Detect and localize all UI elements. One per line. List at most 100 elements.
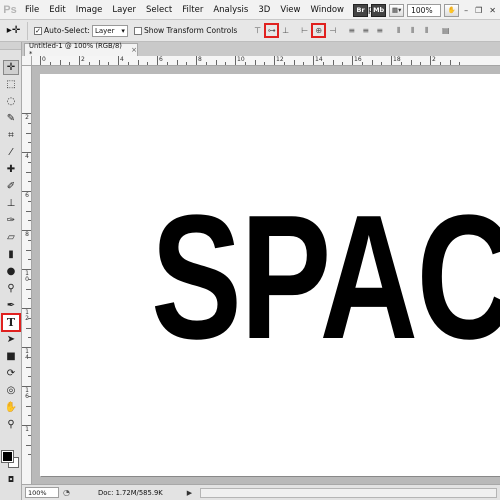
minimize-icon[interactable]: – [462, 6, 470, 15]
ruler-h-label: 6 [159, 56, 163, 63]
show-transform-checkbox[interactable] [133, 26, 142, 35]
panel-grip[interactable] [0, 42, 21, 50]
restore-icon[interactable]: ❐ [473, 6, 484, 15]
3d-orbit-tool-icon[interactable]: ◎ [3, 383, 19, 398]
ruler-v-label: 1 4 [25, 348, 29, 361]
zoom-tool-icon[interactable]: ⚲ [3, 417, 19, 432]
move-tool-preset-icon[interactable]: ▸✛ [0, 21, 28, 40]
auto-select-checkbox[interactable]: ✓ [34, 26, 42, 35]
3d-rotate-tool-icon[interactable]: ⟳ [3, 366, 19, 381]
ruler-tick [22, 191, 31, 192]
history-brush-tool-icon[interactable]: ✑ [3, 213, 19, 228]
rectangle-tool-icon[interactable]: ■ [3, 349, 19, 364]
ruler-tick [28, 122, 31, 124]
ruler-tick [342, 62, 344, 65]
ruler-tick [28, 142, 31, 144]
ruler-tick [28, 317, 31, 319]
horizontal-ruler[interactable]: 0 2 4 6 8 10 12 14 16 18 2 [22, 56, 500, 66]
hand-tool-icon[interactable]: ✋ [3, 400, 19, 415]
ruler-h-label: 2 [432, 56, 436, 63]
ruler-tick [26, 288, 31, 290]
align-bottom-edges-icon[interactable]: ⊥ [279, 24, 292, 37]
menu-view[interactable]: View [275, 0, 305, 20]
distribute-hcenter-icon[interactable]: ⫴ [406, 24, 419, 37]
align-left-edges-icon[interactable]: ⊢ [298, 24, 311, 37]
menu-filter[interactable]: Filter [177, 0, 208, 20]
ruler-tick [26, 210, 31, 212]
eyedropper-tool-icon[interactable]: ⁄ [3, 145, 19, 160]
mini-bridge-button[interactable]: Mb [371, 3, 387, 17]
menu-edit[interactable]: Edit [44, 0, 70, 20]
status-bar: 100% ◔ Doc: 1.72M/585.9K ▶ [22, 484, 500, 500]
lasso-tool-icon[interactable]: ◌ [3, 94, 19, 109]
auto-align-layers-icon[interactable]: ▤ [439, 24, 452, 37]
ruler-v-label: 1 6 [25, 387, 29, 400]
quick-select-tool-icon[interactable]: ✎ [3, 111, 19, 126]
horizontal-scrollbar[interactable] [200, 487, 497, 498]
pasteboard: SPAC [32, 66, 500, 484]
ruler-tick [28, 376, 31, 378]
healing-brush-tool-icon[interactable]: ✚ [3, 162, 19, 177]
tools-panel: ✛ ⬚ ◌ ✎ ⌗ ⁄ ✚ ✐ ⊥ ✑ ▱ ▮ ● ⚲ ✒ T ➤ ■ ⟳ ◎ … [0, 42, 22, 500]
move-tool-icon[interactable]: ✛ [3, 60, 19, 75]
distribute-left-icon[interactable]: ⫴ [392, 24, 405, 37]
quick-mask-icon[interactable]: ◘ [3, 472, 19, 487]
ruler-tick [283, 62, 285, 65]
gradient-tool-icon[interactable]: ▮ [3, 247, 19, 262]
ruler-origin[interactable] [22, 56, 32, 66]
ruler-tick [118, 56, 119, 65]
dodge-tool-icon[interactable]: ⚲ [3, 281, 19, 296]
eraser-tool-icon[interactable]: ▱ [3, 230, 19, 245]
app-bar-controls: Br Mb ▦▾ 100% ✋ – ❐ ✕ [353, 0, 500, 20]
ruler-tick [26, 405, 31, 407]
ruler-tick [69, 62, 71, 65]
brush-tool-icon[interactable]: ✐ [3, 179, 19, 194]
marquee-tool-icon[interactable]: ⬚ [3, 77, 19, 92]
canvas-text-layer[interactable]: SPAC [151, 189, 500, 366]
document-canvas[interactable]: SPAC [40, 74, 500, 476]
distribute-center-icon[interactable]: ≡ [359, 24, 372, 37]
close-icon[interactable]: ✕ [487, 6, 498, 15]
status-zoom-field[interactable]: 100% [25, 487, 59, 498]
menu-3d[interactable]: 3D [253, 0, 275, 20]
close-tab-icon[interactable]: × [131, 46, 137, 54]
align-vertical-centers-icon[interactable]: ⊶ [264, 23, 280, 38]
bridge-button[interactable]: Br [353, 3, 369, 17]
align-top-edges-icon[interactable]: ⊤ [251, 24, 264, 37]
ruler-tick [254, 60, 256, 65]
auto-select-dropdown[interactable]: Layer ▾ [91, 24, 128, 37]
foreground-color-swatch[interactable] [1, 450, 14, 463]
extras-icon[interactable]: ▦▾ [389, 3, 405, 17]
align-horizontal-centers-icon[interactable]: ⊕ [311, 23, 327, 38]
menu-file[interactable]: File [20, 0, 44, 20]
type-tool-icon[interactable]: T [1, 313, 21, 332]
status-menu-arrow-icon[interactable]: ▶ [187, 489, 192, 497]
ruler-tick [225, 62, 227, 65]
distribute-bottom-icon[interactable]: ≡ [373, 24, 386, 37]
document-tab[interactable]: Untitled-1 @ 100% (RGB/8) * × [24, 42, 138, 58]
menu-image[interactable]: Image [71, 0, 108, 20]
ruler-v-label: 1 [25, 426, 29, 433]
menu-select[interactable]: Select [141, 0, 177, 20]
distribute-right-icon[interactable]: ⫴ [420, 24, 433, 37]
ruler-tick [127, 62, 129, 65]
menu-analysis[interactable]: Analysis [208, 0, 253, 20]
ruler-tick [88, 62, 90, 65]
blur-tool-icon[interactable]: ● [3, 264, 19, 279]
distribute-top-icon[interactable]: ≡ [345, 24, 358, 37]
align-right-edges-icon[interactable]: ⊣ [326, 24, 339, 37]
path-selection-tool-icon[interactable]: ➤ [3, 332, 19, 347]
clone-stamp-tool-icon[interactable]: ⊥ [3, 196, 19, 211]
menu-layer[interactable]: Layer [107, 0, 141, 20]
ruler-h-label: 14 [315, 56, 323, 63]
ruler-h-label: 0 [42, 56, 46, 63]
crop-tool-icon[interactable]: ⌗ [3, 128, 19, 143]
zoom-level-field[interactable]: 100% [407, 3, 442, 17]
pen-tool-icon[interactable]: ✒ [3, 298, 19, 313]
menu-window[interactable]: Window [305, 0, 349, 20]
preview-icon[interactable]: ◔ [63, 488, 70, 497]
auto-select-value: Layer [94, 26, 115, 35]
hand-tool-icon[interactable]: ✋ [444, 3, 460, 17]
vertical-ruler[interactable]: 2 4 6 8 1 0 1 2 1 4 1 6 1 [22, 66, 32, 484]
ruler-tick [137, 60, 139, 65]
